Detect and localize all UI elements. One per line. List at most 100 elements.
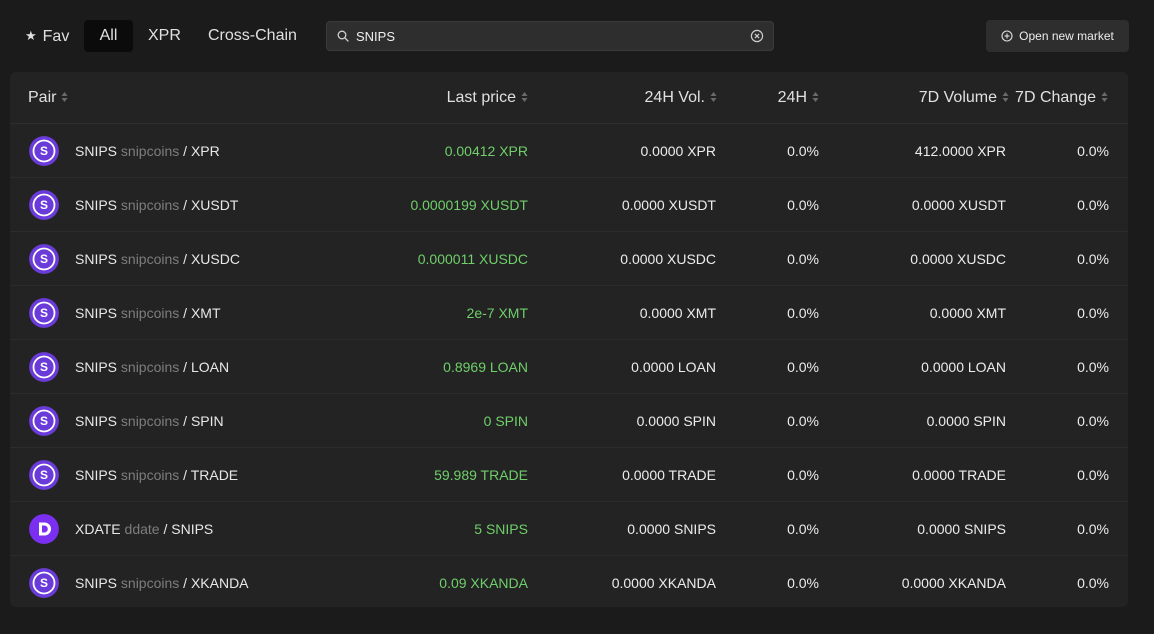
table-row[interactable]: S SNIPS snipcoins / SPIN 0 SPIN 0.0000 S… bbox=[10, 394, 1128, 448]
token-name: snipcoins bbox=[120, 575, 180, 591]
quote-symbol: / XPR bbox=[183, 143, 220, 159]
column-header-label: 7D Volume bbox=[918, 89, 997, 106]
tab-fav[interactable]: ★ Fav bbox=[10, 20, 84, 52]
table-row[interactable]: S SNIPS snipcoins / LOAN 0.8969 LOAN 0.0… bbox=[10, 340, 1128, 394]
table-row[interactable]: S SNIPS snipcoins / XUSDC 0.000011 XUSDC… bbox=[10, 232, 1128, 286]
pair-cell: SNIPS snipcoins / XKANDA bbox=[75, 556, 249, 607]
table-row[interactable]: S SNIPS snipcoins / XPR 0.00412 XPR 0.00… bbox=[10, 124, 1128, 178]
ddate-coin-icon-part bbox=[29, 514, 59, 544]
tab-cross-chain[interactable]: Cross-Chain bbox=[193, 20, 312, 52]
base-symbol: SNIPS bbox=[75, 575, 118, 591]
24h-vol-cell: 0.0000 SPIN bbox=[636, 413, 716, 429]
plus-circle-icon bbox=[1001, 30, 1013, 42]
24h-vol-cell: 0.0000 LOAN bbox=[631, 359, 716, 375]
token-name: snipcoins bbox=[120, 143, 180, 159]
quote-symbol: / SPIN bbox=[183, 413, 224, 429]
snips-coin-icon: S bbox=[29, 190, 59, 220]
7d-change-cell: 0.0% bbox=[1077, 467, 1109, 483]
24h-vol-cell: 0.0000 XMT bbox=[639, 305, 716, 321]
last-price-cell: 2e-7 XMT bbox=[466, 305, 528, 321]
pair-cell: SNIPS snipcoins / XUSDC bbox=[75, 232, 240, 286]
pair-cell: SNIPS snipcoins / XMT bbox=[75, 286, 221, 340]
column-header-7d-change[interactable]: 7D Change bbox=[1015, 72, 1108, 123]
token-name: snipcoins bbox=[120, 197, 180, 213]
search-input[interactable] bbox=[356, 22, 746, 50]
table-row[interactable]: S SNIPS snipcoins / XUSDT 0.0000199 XUSD… bbox=[10, 178, 1128, 232]
base-symbol: SNIPS bbox=[75, 359, 118, 375]
sort-icon bbox=[521, 92, 528, 102]
snips-coin-icon: S bbox=[29, 136, 59, 166]
7d-volume-cell: 0.0000 XKANDA bbox=[901, 575, 1006, 591]
7d-change-cell: 0.0% bbox=[1077, 575, 1109, 591]
base-symbol: SNIPS bbox=[75, 143, 118, 159]
token-name: ddate bbox=[124, 521, 160, 537]
column-header-7d-volume[interactable]: 7D Volume bbox=[919, 72, 1009, 123]
search-box[interactable] bbox=[326, 21, 774, 51]
7d-change-cell: 0.0% bbox=[1077, 305, 1109, 321]
last-price-cell: 0 SPIN bbox=[483, 413, 528, 429]
snips-coin-icon-part: S bbox=[40, 252, 48, 266]
base-symbol: SNIPS bbox=[75, 251, 118, 267]
7d-change-cell: 0.0% bbox=[1077, 143, 1109, 159]
sort-icon bbox=[1101, 92, 1108, 102]
24h-vol-cell: 0.0000 XUSDC bbox=[620, 251, 716, 267]
7d-volume-cell: 0.0000 SPIN bbox=[926, 413, 1006, 429]
ddate-coin-icon bbox=[29, 514, 59, 544]
last-price-cell: 0.00412 XPR bbox=[444, 143, 528, 159]
last-price-cell: 0.8969 LOAN bbox=[443, 359, 528, 375]
sort-icon bbox=[1002, 92, 1009, 102]
7d-change-cell: 0.0% bbox=[1077, 251, 1109, 267]
7d-change-cell: 0.0% bbox=[1077, 521, 1109, 537]
tab-xpr[interactable]: XPR bbox=[133, 20, 196, 52]
column-header-label: Last price bbox=[446, 89, 516, 106]
token-name: snipcoins bbox=[120, 305, 180, 321]
snips-coin-icon: S bbox=[29, 244, 59, 274]
pair-cell: SNIPS snipcoins / TRADE bbox=[75, 448, 238, 502]
table-row[interactable]: S SNIPS snipcoins / TRADE 59.989 TRADE 0… bbox=[10, 448, 1128, 502]
quote-symbol: / XUSDT bbox=[183, 197, 239, 213]
table-row[interactable]: XDATE ddate / SNIPS 5 SNIPS 0.0000 SNIPS… bbox=[10, 502, 1128, 556]
snips-coin-icon: S bbox=[29, 460, 59, 490]
quote-symbol: / SNIPS bbox=[163, 521, 214, 537]
pair-cell: SNIPS snipcoins / XUSDT bbox=[75, 178, 238, 232]
column-header-24h-vol[interactable]: 24H Vol. bbox=[645, 72, 717, 123]
base-symbol: SNIPS bbox=[75, 467, 118, 483]
search-icon bbox=[337, 30, 349, 42]
base-symbol: SNIPS bbox=[75, 305, 118, 321]
sort-icon bbox=[710, 92, 717, 102]
column-header-label: Pair bbox=[28, 89, 57, 106]
7d-change-cell: 0.0% bbox=[1077, 359, 1109, 375]
column-header-label: 24H bbox=[777, 89, 807, 106]
table-row[interactable]: S SNIPS snipcoins / XKANDA 0.09 XKANDA 0… bbox=[10, 556, 1128, 607]
pair-cell: SNIPS snipcoins / LOAN bbox=[75, 340, 229, 394]
column-header-label: 7D Change bbox=[1015, 89, 1096, 106]
24h-change-cell: 0.0% bbox=[787, 251, 819, 267]
snips-coin-icon: S bbox=[29, 298, 59, 328]
open-new-market-button[interactable]: Open new market bbox=[986, 20, 1129, 52]
pair-cell: XDATE ddate / SNIPS bbox=[75, 502, 213, 556]
24h-change-cell: 0.0% bbox=[787, 467, 819, 483]
snips-coin-icon-part: S bbox=[40, 576, 48, 590]
clear-circle-icon[interactable] bbox=[750, 29, 764, 43]
table-row[interactable]: S SNIPS snipcoins / XMT 2e-7 XMT 0.0000 … bbox=[10, 286, 1128, 340]
snips-coin-icon: S bbox=[29, 406, 59, 436]
snips-coin-icon-part: S bbox=[40, 306, 48, 320]
24h-vol-cell: 0.0000 SNIPS bbox=[627, 521, 716, 537]
24h-vol-cell: 0.0000 XKANDA bbox=[611, 575, 716, 591]
column-header-pair[interactable]: Pair bbox=[28, 72, 68, 123]
column-header-24h[interactable]: 24H bbox=[778, 72, 819, 123]
24h-change-cell: 0.0% bbox=[787, 305, 819, 321]
snips-coin-icon-part: S bbox=[40, 198, 48, 212]
quote-symbol: / XMT bbox=[183, 305, 221, 321]
token-name: snipcoins bbox=[120, 251, 180, 267]
pair-cell: SNIPS snipcoins / XPR bbox=[75, 124, 220, 178]
last-price-cell: 0.0000199 XUSDT bbox=[410, 197, 528, 213]
7d-volume-cell: 412.0000 XPR bbox=[914, 143, 1006, 159]
snips-coin-icon-part: S bbox=[40, 414, 48, 428]
last-price-cell: 0.09 XKANDA bbox=[439, 575, 528, 591]
24h-vol-cell: 0.0000 XPR bbox=[640, 143, 717, 159]
24h-change-cell: 0.0% bbox=[787, 197, 819, 213]
tab-all[interactable]: All bbox=[84, 20, 133, 52]
24h-vol-cell: 0.0000 TRADE bbox=[622, 467, 716, 483]
column-header-last-price[interactable]: Last price bbox=[447, 72, 528, 123]
